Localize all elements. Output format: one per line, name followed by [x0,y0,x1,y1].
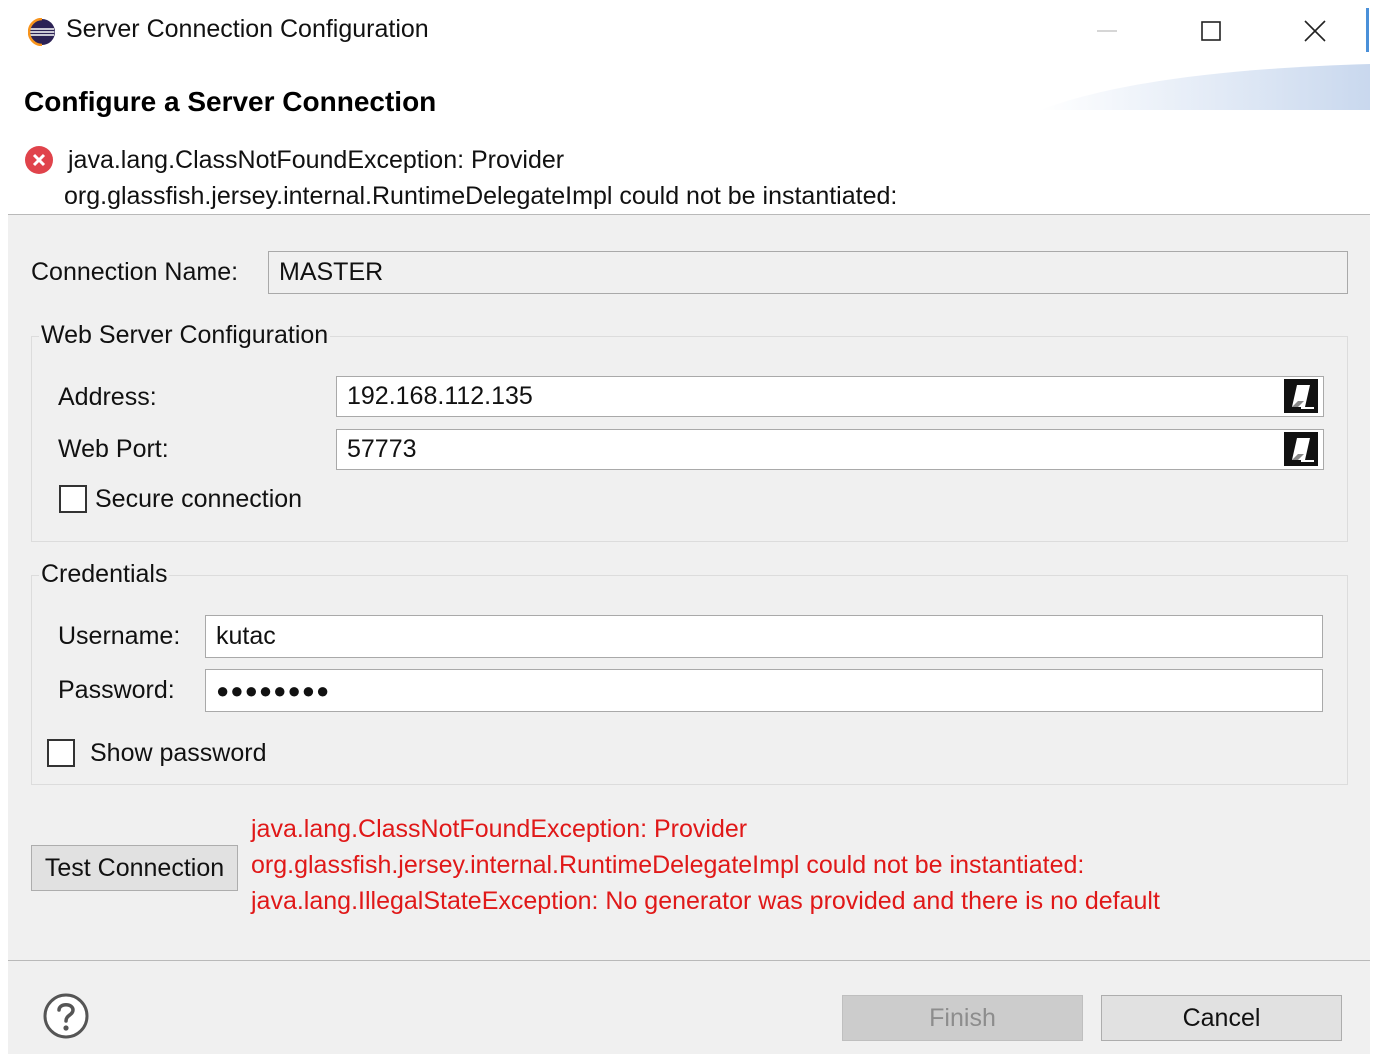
finish-button[interactable]: Finish [842,995,1083,1041]
address-label: Address: [58,383,157,411]
page-title: Configure a Server Connection [24,86,437,117]
minimize-button[interactable] [1055,0,1159,62]
title-bar[interactable]: Server Connection Configuration [0,0,1375,62]
test-connection-button[interactable]: Test Connection [31,845,238,891]
close-icon [1304,20,1326,42]
secure-connection-checkbox[interactable] [59,485,87,513]
credentials-group-title: Credentials [39,560,170,589]
web-port-label: Web Port: [58,435,169,463]
secure-connection-label[interactable]: Secure connection [95,485,302,514]
header-error-message: java.lang.ClassNotFoundException: Provid… [68,146,565,174]
help-icon[interactable] [42,992,90,1040]
window-title: Server Connection Configuration [66,15,429,43]
variable-edit-icon[interactable] [1284,432,1318,466]
server-connection-dialog: Server Connection Configuration Configur… [0,0,1375,1054]
header-banner-graphic [1040,64,1370,110]
web-port-field[interactable]: 57773 [336,429,1324,470]
close-button[interactable] [1263,0,1367,62]
variable-edit-icon[interactable] [1284,379,1318,413]
connection-name-field[interactable]: MASTER [268,251,1348,294]
test-error-line: java.lang.IllegalStateException: No gene… [251,887,1160,915]
error-icon [25,146,53,174]
eclipse-icon [28,18,55,46]
minimize-icon [1097,30,1117,32]
test-error-line: java.lang.ClassNotFoundException: Provid… [251,815,748,843]
username-field[interactable]: kutac [205,615,1323,658]
test-error-line: org.glassfish.jersey.internal.RuntimeDel… [251,851,1085,879]
address-field[interactable]: 192.168.112.135 [336,376,1324,417]
show-password-label[interactable]: Show password [90,739,266,768]
username-label: Username: [58,622,181,650]
connection-name-label: Connection Name: [31,258,239,286]
web-server-group-title: Web Server Configuration [39,321,331,350]
cancel-button[interactable]: Cancel [1101,995,1342,1041]
password-field[interactable]: ●●●●●●●● [205,669,1323,712]
header-error-message-detail: org.glassfish.jersey.internal.RuntimeDel… [64,182,898,210]
maximize-button[interactable] [1159,0,1263,62]
maximize-icon [1201,21,1221,41]
show-password-checkbox[interactable] [47,739,75,767]
password-label: Password: [58,676,175,704]
window-edge-accent [1366,8,1369,52]
